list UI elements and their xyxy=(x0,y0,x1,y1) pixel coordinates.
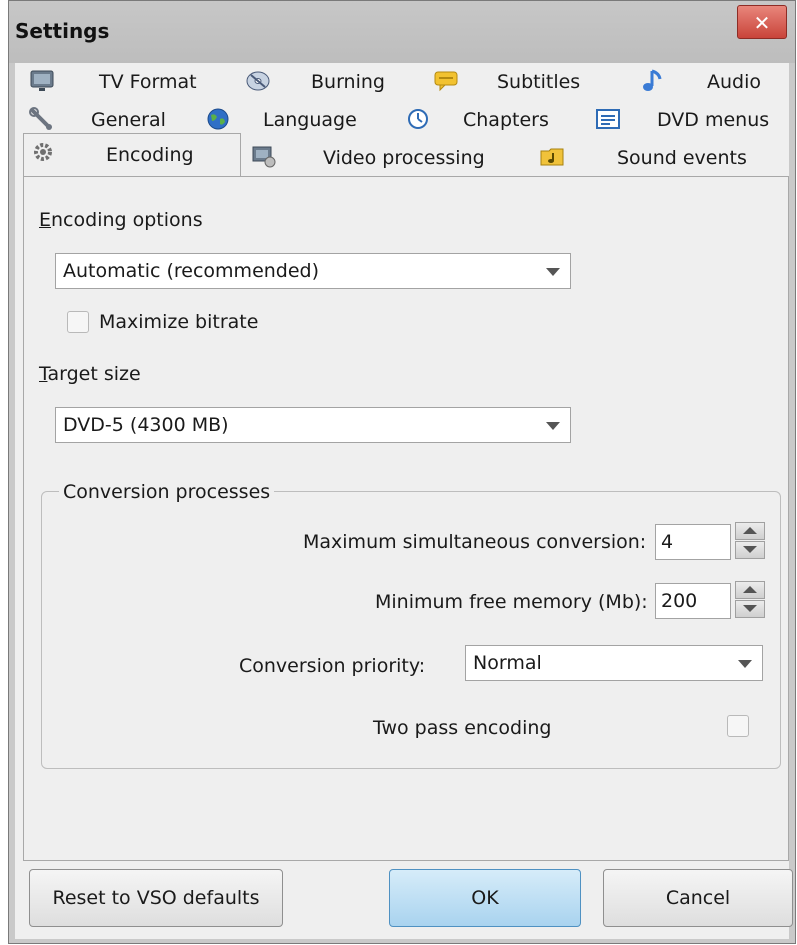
close-icon: ✕ xyxy=(753,11,771,35)
conversion-priority-value: Normal xyxy=(473,652,542,674)
tab-dvd-menus[interactable]: DVD menus xyxy=(595,105,785,135)
tv-monitor-icon xyxy=(30,70,54,91)
tab-label: DVD menus xyxy=(657,109,770,131)
arrow-up-icon xyxy=(743,527,757,534)
arrow-up-icon xyxy=(743,586,757,593)
min-free-memory-input[interactable]: 200 xyxy=(655,583,731,619)
tab-label: Encoding xyxy=(106,144,194,166)
tab-label: General xyxy=(91,109,166,131)
max-simultaneous-down-button[interactable] xyxy=(735,541,765,559)
maximize-bitrate-label: Maximize bitrate xyxy=(99,311,259,333)
min-free-memory-up-button[interactable] xyxy=(735,581,765,599)
chevron-down-icon xyxy=(546,422,560,430)
tab-label: Video processing xyxy=(323,147,485,169)
tab-language[interactable]: Language xyxy=(205,105,385,135)
settings-window: Settings ✕ TV Format Burning Subtitles A… xyxy=(8,0,796,944)
arrow-down-icon xyxy=(743,546,757,553)
tab-video-processing[interactable]: Video processing xyxy=(251,143,511,173)
tab-label: Audio xyxy=(707,71,762,93)
encoding-options-select[interactable]: Automatic (recommended) xyxy=(55,253,571,289)
tab-burning[interactable]: Burning xyxy=(245,67,405,97)
tab-label: Language xyxy=(263,109,357,131)
max-simultaneous-up-button[interactable] xyxy=(735,522,765,540)
tab-chapters[interactable]: Chapters xyxy=(405,105,575,135)
arrow-down-icon xyxy=(743,605,757,612)
conversion-priority-select[interactable]: Normal xyxy=(465,645,763,681)
tab-sound-events[interactable]: Sound events xyxy=(539,143,769,173)
globe-icon xyxy=(207,108,229,130)
speech-bubble-icon xyxy=(434,71,458,92)
max-simultaneous-label: Maximum simultaneous conversion: xyxy=(303,531,647,553)
target-size-value: DVD-5 (4300 MB) xyxy=(63,414,229,436)
min-free-memory-label: Minimum free memory (Mb): xyxy=(375,591,648,613)
conversion-processes-title: Conversion processes xyxy=(59,481,275,503)
encoding-options-value: Automatic (recommended) xyxy=(63,260,320,282)
min-free-memory-value: 200 xyxy=(661,590,698,612)
chevron-down-icon xyxy=(546,268,560,276)
disc-icon xyxy=(246,71,270,91)
clock-icon xyxy=(408,109,428,129)
tab-general[interactable]: General xyxy=(29,105,199,135)
menu-list-icon xyxy=(596,109,620,129)
two-pass-label: Two pass encoding xyxy=(373,717,552,739)
tab-label: Chapters xyxy=(463,109,549,131)
music-note-icon xyxy=(643,69,662,91)
cancel-button[interactable]: Cancel xyxy=(603,869,793,927)
target-size-label: Target size xyxy=(39,363,141,385)
video-settings-icon xyxy=(252,146,276,168)
music-folder-icon xyxy=(540,148,564,166)
close-button[interactable]: ✕ xyxy=(737,5,787,39)
tab-label: Sound events xyxy=(617,147,747,169)
tab-subtitles[interactable]: Subtitles xyxy=(433,67,603,97)
title-bar[interactable]: Settings ✕ xyxy=(9,1,795,63)
target-size-select[interactable]: DVD-5 (4300 MB) xyxy=(55,407,571,443)
conversion-priority-label: Conversion priority: xyxy=(239,655,426,677)
tab-encoding[interactable]: Encoding xyxy=(23,133,241,177)
wrench-icon xyxy=(29,107,52,130)
dialog-client: TV Format Burning Subtitles Audio Genera… xyxy=(15,63,793,939)
max-simultaneous-input[interactable]: 4 xyxy=(655,524,731,560)
max-simultaneous-value: 4 xyxy=(661,531,674,553)
encoding-options-label: Encoding options xyxy=(39,209,203,231)
tab-label: Burning xyxy=(311,71,385,93)
tab-tv-format[interactable]: TV Format xyxy=(29,67,229,97)
ok-button[interactable]: OK xyxy=(389,869,581,927)
tab-label: TV Format xyxy=(99,71,197,93)
gear-icon xyxy=(34,143,52,161)
tab-label: Subtitles xyxy=(497,71,581,93)
two-pass-checkbox[interactable] xyxy=(727,715,749,737)
chevron-down-icon xyxy=(738,660,752,668)
window-title: Settings xyxy=(15,19,110,43)
reset-defaults-button[interactable]: Reset to VSO defaults xyxy=(29,869,283,927)
maximize-bitrate-checkbox[interactable] xyxy=(67,311,89,333)
min-free-memory-down-button[interactable] xyxy=(735,600,765,618)
tab-audio[interactable]: Audio xyxy=(639,67,769,97)
